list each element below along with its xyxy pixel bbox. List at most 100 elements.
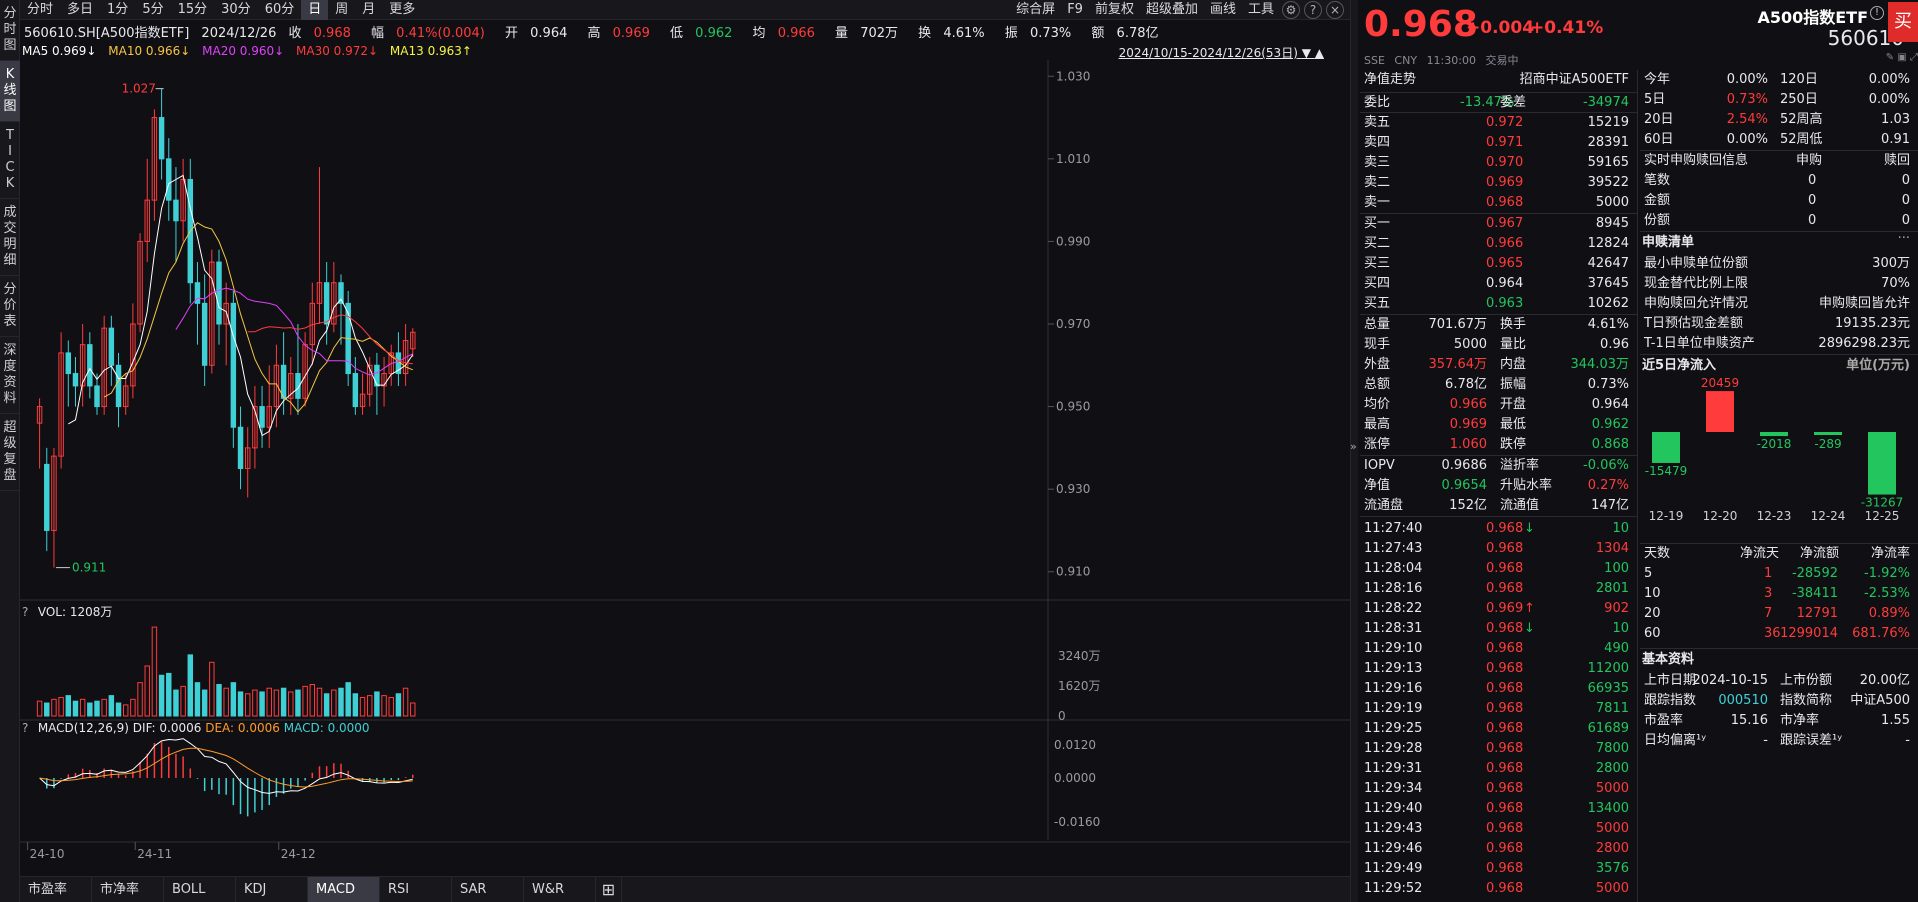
candle[interactable] — [402, 324, 409, 386]
candle[interactable] — [58, 332, 64, 469]
period-tab[interactable]: 5分 — [135, 0, 170, 20]
period-tab[interactable]: 60分 — [258, 0, 302, 20]
candle[interactable] — [359, 373, 366, 415]
toolbar-button[interactable]: 画线 — [1204, 0, 1242, 20]
view-tab[interactable]: 分 时 图 — [0, 0, 20, 61]
indicator-tab[interactable]: KDJ — [236, 877, 308, 902]
low-label: 低 — [670, 26, 684, 41]
info-icon[interactable]: ! — [1870, 6, 1884, 20]
tick-row: 11:28:31 0.968 ↓ 10 — [1360, 619, 1637, 639]
candle[interactable] — [252, 385, 258, 469]
cell-value: 赎回 — [1883, 153, 1910, 168]
help-icon[interactable]: ? — [1304, 1, 1322, 19]
view-tab[interactable]: 超 级 复 盘 — [0, 414, 20, 491]
candle[interactable] — [201, 274, 208, 386]
candle[interactable] — [331, 262, 337, 333]
toolbar-button[interactable]: 综合屏 — [1010, 0, 1061, 20]
candle[interactable] — [194, 262, 201, 345]
ma10-line — [103, 222, 413, 413]
period-tab[interactable]: 1分 — [100, 0, 135, 20]
candle[interactable] — [230, 290, 237, 448]
candle[interactable] — [209, 249, 215, 374]
view-tab[interactable]: 分 价 表 — [0, 276, 20, 337]
buy-button[interactable]: 买 — [1888, 2, 1918, 42]
candle[interactable] — [130, 303, 136, 399]
candle[interactable] — [381, 357, 387, 407]
candle[interactable] — [352, 357, 359, 415]
period-tab[interactable]: 分时 — [20, 0, 60, 20]
candle[interactable] — [166, 138, 172, 221]
panel-collapse-handle[interactable]: » — [1350, 0, 1358, 902]
layout-icon[interactable]: ▣ — [1897, 52, 1906, 63]
indicator-tab[interactable]: W&R — [524, 877, 596, 902]
candle[interactable] — [65, 340, 72, 407]
candle[interactable] — [158, 88, 165, 180]
view-tab[interactable]: 深 度 资 料 — [0, 337, 20, 414]
candle[interactable] — [223, 282, 229, 366]
scroll-up-icon[interactable]: ▲ — [1315, 46, 1324, 60]
period-tab[interactable]: 月 — [355, 0, 382, 20]
candle[interactable] — [137, 233, 143, 333]
candle[interactable] — [237, 406, 244, 490]
candle[interactable] — [173, 167, 179, 263]
candle[interactable] — [122, 373, 129, 415]
indicator-tab[interactable]: SAR — [452, 877, 524, 902]
candle[interactable] — [51, 447, 57, 568]
view-tab[interactable]: K 线 图 — [0, 61, 20, 122]
toolbar-button[interactable]: 超级叠加 — [1140, 0, 1204, 20]
indicator-tab[interactable]: 市盈率 — [20, 877, 92, 902]
pencil-icon[interactable]: ✎ — [1886, 52, 1894, 63]
candle[interactable] — [244, 427, 251, 498]
indicator-tab[interactable]: MACD — [308, 877, 380, 902]
period-tab[interactable]: 周 — [328, 0, 355, 20]
candle[interactable] — [36, 398, 43, 469]
period-tab[interactable]: 更多 — [382, 0, 422, 20]
view-tab[interactable]: 成 交 明 细 — [0, 199, 20, 276]
candle[interactable] — [288, 357, 294, 415]
expand-icon[interactable]: ⤢ — [1910, 52, 1918, 63]
help-icon[interactable]: ? — [22, 605, 34, 619]
candle[interactable] — [388, 344, 394, 386]
cell-value: 0 — [1808, 213, 1817, 228]
period-tab[interactable]: 多日 — [60, 0, 100, 20]
candle[interactable] — [115, 352, 122, 428]
toolbar-button[interactable]: F9 — [1061, 0, 1089, 20]
candlestick-svg[interactable]: 1.030 1.010 0.990 0.970 0.950 0.930 0.910 1.027… — [20, 60, 1350, 876]
period-tab[interactable]: 15分 — [171, 0, 215, 20]
candle[interactable] — [338, 274, 344, 345]
candle[interactable] — [316, 167, 323, 324]
candle[interactable] — [180, 158, 186, 242]
gear-icon[interactable]: ⚙ — [1282, 1, 1300, 19]
more-icon[interactable]: ··· — [1898, 231, 1910, 246]
period-tab[interactable]: 30分 — [214, 0, 258, 20]
date-range-selector[interactable]: 2024/10/15-2024/12/26(53日) ▼ ▲ — [1119, 44, 1324, 61]
candle[interactable] — [216, 249, 222, 345]
candle[interactable] — [72, 357, 79, 407]
dropdown-icon[interactable]: ▼ — [1302, 46, 1311, 60]
candle[interactable] — [44, 447, 50, 552]
add-indicator-icon[interactable]: ⊞ — [596, 877, 622, 902]
indicator-tab[interactable]: BOLL — [164, 877, 236, 902]
help-icon[interactable]: ? — [22, 721, 34, 735]
cell-value: 涨停 — [1364, 437, 1391, 452]
candle[interactable] — [151, 109, 158, 221]
close-icon[interactable]: × — [1326, 1, 1344, 19]
candle[interactable] — [259, 385, 265, 448]
indicator-tab[interactable]: 市净率 — [92, 877, 164, 902]
candle[interactable] — [79, 324, 86, 407]
view-tab[interactable]: T I C K — [0, 122, 20, 199]
candle[interactable] — [101, 315, 107, 415]
cell-value: 总量 — [1364, 317, 1391, 332]
candle[interactable] — [410, 328, 416, 358]
toolbar-button[interactable]: 工具 — [1242, 0, 1280, 20]
candle[interactable] — [144, 158, 150, 263]
indicator-tab[interactable]: RSI — [380, 877, 452, 902]
chevron-right-icon[interactable]: » — [1350, 440, 1357, 453]
period-tab[interactable]: 日 — [301, 0, 329, 20]
candle[interactable] — [87, 332, 93, 399]
candle[interactable] — [266, 365, 272, 448]
candle[interactable] — [108, 315, 115, 386]
toolbar-button[interactable]: 前复权 — [1089, 0, 1140, 20]
kline-chart-area[interactable]: 560610.SH[A500指数ETF] 2024/12/26 收 0.968 … — [20, 20, 1350, 876]
cell-value: 0.968 — [1486, 841, 1524, 856]
